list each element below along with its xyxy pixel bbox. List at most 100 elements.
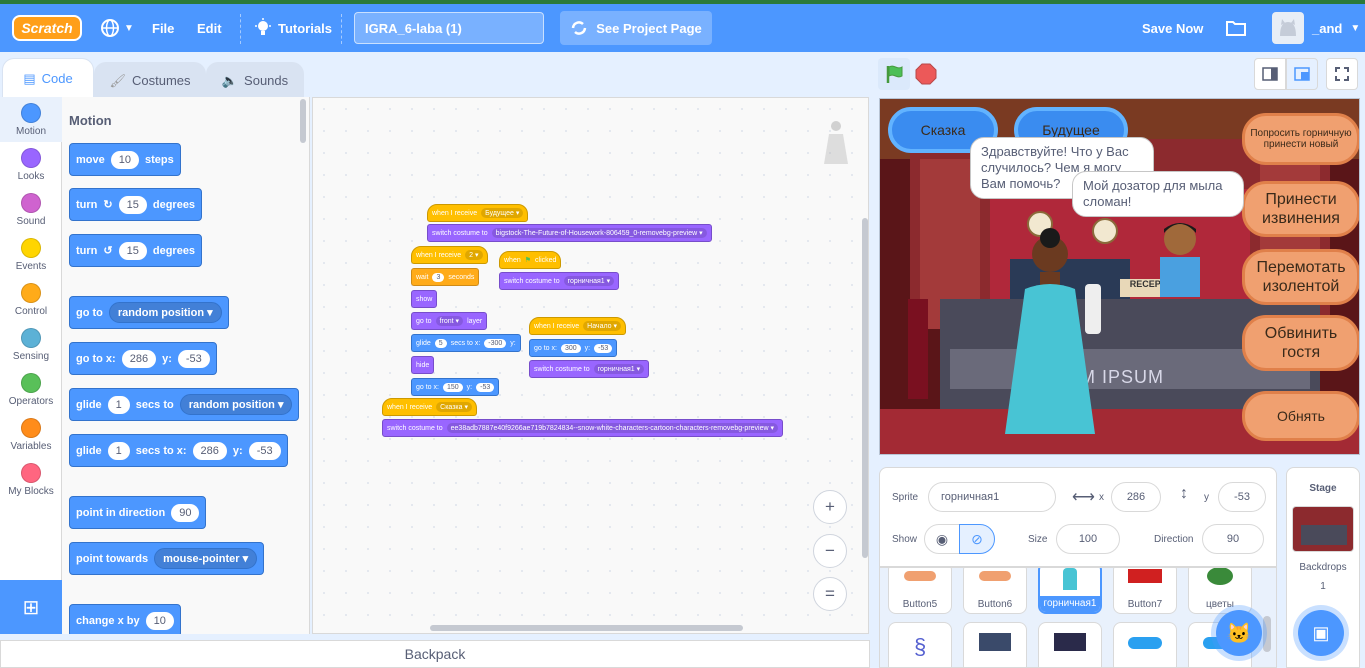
event-hat-block[interactable]: when I receive Будущее ▾: [427, 204, 529, 222]
event-hat-block[interactable]: when I receive Сказка ▾: [382, 398, 478, 416]
switch-costume-block[interactable]: switch costume to bigstock-The-Future-of-…: [427, 224, 712, 242]
username: _and: [1312, 20, 1343, 36]
large-stage-button[interactable]: [1286, 58, 1318, 90]
size-label: Size: [1028, 534, 1048, 545]
sprite-tile-selected[interactable]: горничная1: [1038, 568, 1102, 614]
category-control[interactable]: Control: [0, 277, 62, 322]
direction-input[interactable]: 90: [1202, 524, 1264, 554]
category-sensing[interactable]: Sensing: [0, 322, 62, 367]
sprite-tile[interactable]: [1113, 622, 1177, 667]
sound-dot-icon: [21, 193, 41, 213]
tab-costumes[interactable]: 🖌 Costumes: [94, 62, 206, 98]
flag-hat-block[interactable]: when ⚑ clicked: [499, 251, 562, 269]
x-label: x: [1099, 492, 1104, 503]
category-events[interactable]: Events: [0, 232, 62, 277]
sprite-tile[interactable]: Button5: [888, 568, 952, 614]
blame-sprite-button[interactable]: Обвинить гостя: [1242, 315, 1359, 371]
glide-block[interactable]: glide 5 secs to x: -300 y:: [411, 334, 521, 352]
switch-costume-block[interactable]: switch costume to горничная1 ▾: [499, 272, 620, 290]
x-input[interactable]: 286: [1111, 482, 1161, 512]
sprite-tile[interactable]: Button7: [1113, 568, 1177, 614]
stop-button[interactable]: [910, 58, 942, 90]
see-project-page-button[interactable]: See Project Page: [560, 11, 712, 45]
maid-thumb: [1063, 568, 1077, 590]
script-workspace[interactable]: when I receive Будущее ▾ switch costume t…: [312, 97, 869, 634]
category-operators[interactable]: Operators: [0, 367, 62, 412]
file-menu[interactable]: File: [152, 4, 174, 52]
backpack[interactable]: Backpack: [0, 640, 870, 668]
guest-speech-bubble: Мой дозатор для мыла сломан!: [1072, 171, 1244, 217]
event-hat-block[interactable]: when I receive Начало ▾: [529, 317, 626, 335]
tab-sounds[interactable]: 🔈 Sounds: [206, 62, 304, 98]
scratch-logo[interactable]: Scratch: [12, 15, 82, 41]
goto-xy-block[interactable]: go to x: 150 y: -53: [411, 378, 500, 396]
turn-right-block[interactable]: turn ↻ 15 degrees: [69, 188, 203, 221]
add-backdrop-button[interactable]: ▣: [1298, 610, 1344, 656]
small-stage-button[interactable]: [1254, 58, 1286, 90]
y-input[interactable]: -53: [1218, 482, 1266, 512]
add-extension-button[interactable]: ⊞: [0, 580, 62, 634]
change-x-block[interactable]: change x by 10: [69, 604, 181, 634]
hide-block[interactable]: hide: [411, 356, 435, 374]
sprite-tile[interactable]: Button6: [963, 568, 1027, 614]
zoom-in-button[interactable]: +: [813, 490, 847, 524]
switch-costume-block[interactable]: switch costume to горничная1 ▾: [529, 360, 650, 378]
stage-canvas[interactable]: RECEPTION M IPSUM Сказка Будущее Попроси…: [879, 98, 1360, 455]
goto-block[interactable]: go to random position ▾: [69, 296, 229, 329]
my-stuff-folder-icon[interactable]: [1225, 4, 1247, 52]
sprite-tile[interactable]: цветы: [1188, 568, 1252, 614]
account-menu[interactable]: _and ▼: [1272, 4, 1360, 52]
goto-xy-block[interactable]: go to x: 300 y: -53: [529, 339, 618, 357]
ask-maid-sprite-button[interactable]: Попросить горничную принести новый: [1242, 113, 1359, 165]
switch-costume-block[interactable]: switch costume to ee38adb7887e40f9266ae71…: [382, 419, 784, 437]
green-flag-button[interactable]: [878, 58, 910, 90]
rotate-right-icon: ↻: [103, 199, 113, 211]
sprite-tile[interactable]: [1038, 622, 1102, 667]
dna-icon: §: [914, 634, 927, 659]
zoom-out-button[interactable]: −: [813, 534, 847, 568]
sprite-list-scrollbar[interactable]: [1263, 616, 1271, 652]
save-now-button[interactable]: Save Now: [1142, 4, 1203, 52]
palette-scrollbar[interactable]: [300, 99, 306, 143]
goto-layer-block[interactable]: go to front ▾ layer: [411, 312, 488, 330]
tab-code[interactable]: ▤ Code: [2, 58, 94, 98]
category-sound[interactable]: Sound: [0, 187, 62, 232]
tape-sprite-button[interactable]: Перемотать изолентой: [1242, 249, 1359, 305]
sprite-tile[interactable]: §: [888, 622, 952, 667]
show-visible-button[interactable]: ◉: [924, 524, 960, 554]
category-variables[interactable]: Variables: [0, 412, 62, 457]
category-motion[interactable]: Motion: [0, 97, 62, 142]
category-looks[interactable]: Looks: [0, 142, 62, 187]
control-dot-icon: [21, 283, 41, 303]
see-project-label: See Project Page: [596, 20, 702, 36]
point-towards-block[interactable]: point towards mouse-pointer ▾: [69, 542, 265, 575]
point-direction-block[interactable]: point in direction 90: [69, 496, 207, 529]
looks-dot-icon: [21, 148, 41, 168]
event-hat-block[interactable]: when I receive 2 ▾: [411, 246, 488, 264]
language-menu[interactable]: ▼: [100, 4, 134, 52]
category-my-blocks[interactable]: My Blocks: [0, 457, 62, 502]
project-title-input[interactable]: IGRA_6-laba (1): [354, 12, 544, 44]
hide-sprite-button[interactable]: ⊘: [959, 524, 995, 554]
glide-block[interactable]: glide 1 secs to random position ▾: [69, 388, 300, 421]
zoom-reset-button[interactable]: =: [813, 577, 847, 611]
size-input[interactable]: 100: [1056, 524, 1120, 554]
turn-left-block[interactable]: turn ↺ 15 degrees: [69, 234, 203, 267]
workspace-v-scrollbar[interactable]: [862, 218, 868, 558]
edit-menu[interactable]: Edit: [197, 4, 222, 52]
hug-sprite-button[interactable]: Обнять: [1242, 391, 1359, 441]
y-label: y: [1204, 492, 1209, 503]
wait-block[interactable]: wait 3 seconds: [411, 268, 480, 286]
add-sprite-button[interactable]: 🐱: [1216, 610, 1262, 656]
goto-xy-block[interactable]: go to x: 286 y: -53: [69, 342, 217, 375]
sprite-tile[interactable]: [963, 622, 1027, 667]
show-block[interactable]: show: [411, 290, 438, 308]
workspace-h-scrollbar[interactable]: [430, 625, 743, 631]
move-steps-block[interactable]: move 10 steps: [69, 143, 181, 176]
apologize-sprite-button[interactable]: Принести извинения: [1242, 181, 1359, 237]
sprite-name-input[interactable]: горничная1: [928, 482, 1056, 512]
flowers-thumb: [1207, 568, 1233, 585]
glide-xy-block[interactable]: glide 1 secs to x: 286 y: -53: [69, 434, 288, 467]
fullscreen-button[interactable]: [1326, 58, 1358, 90]
tutorials-menu[interactable]: Tutorials: [254, 4, 332, 52]
